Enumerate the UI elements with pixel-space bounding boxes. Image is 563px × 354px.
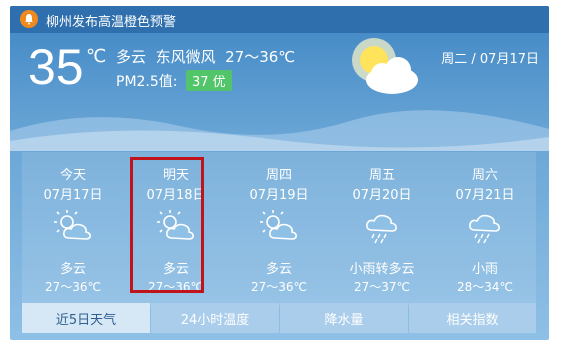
tab-5-day-weather[interactable]: 近5日天气 — [22, 303, 150, 333]
forecast-condition: 小雨 — [471, 262, 498, 277]
temperature-unit: ℃ — [86, 46, 107, 67]
forecast-condition: 多云 — [59, 262, 86, 277]
forecast-date: 07月21日 — [455, 188, 515, 203]
forecast-condition: 多云 — [265, 262, 292, 277]
forecast-panel: 今天 07月17日 多云 27～36℃ 明天 07月18日 多云 27～36℃ … — [22, 152, 536, 307]
highlight-box — [130, 157, 204, 293]
sun-cloud-icon — [352, 38, 418, 94]
forecast-day[interactable]: 周六 07月21日 小雨 28～34℃ — [434, 152, 536, 307]
bell-icon — [20, 10, 38, 28]
current-wind: 东风微风 — [155, 48, 216, 66]
forecast-range: 27～37℃ — [353, 280, 411, 294]
forecast-range: 27～36℃ — [250, 280, 308, 294]
forecast-day-name: 周五 — [368, 168, 395, 183]
partly-cloudy-icon — [54, 210, 91, 240]
forecast-condition: 小雨转多云 — [349, 262, 415, 277]
tab-24h-temperature[interactable]: 24小时温度 — [151, 303, 279, 333]
forecast-day-name: 周六 — [471, 168, 498, 183]
current-condition: 多云 — [116, 48, 147, 66]
forecast-day[interactable]: 周四 07月19日 多云 27～36℃ — [228, 152, 330, 307]
tab-related-indices[interactable]: 相关指数 — [409, 303, 536, 333]
forecast-day-name: 周四 — [265, 168, 292, 183]
weather-widget: 柳州发布高温橙色预警 35 ℃ 多云 东风微风 27～36℃ PM2.5值: 3… — [10, 6, 549, 340]
forecast-day[interactable]: 周五 07月20日 小雨转多云 27～37℃ — [331, 152, 433, 307]
alert-text[interactable]: 柳州发布高温橙色预警 — [46, 11, 176, 30]
pm25-label: PM2.5值: — [116, 74, 178, 90]
pm25-line: PM2.5值: 37 优 — [116, 70, 232, 91]
current-date: 周二 / 07月17日 — [441, 52, 539, 67]
forecast-date: 07月17日 — [43, 188, 103, 203]
tab-precipitation[interactable]: 降水量 — [280, 303, 408, 333]
forecast-day[interactable]: 今天 07月17日 多云 27～36℃ — [22, 152, 124, 307]
forecast-date: 07月20日 — [352, 188, 412, 203]
forecast-tabs: 近5日天气 24小时温度 降水量 相关指数 — [22, 303, 536, 333]
current-condition-line: 多云 东风微风 27～36℃ — [116, 46, 295, 67]
forecast-day-name: 今天 — [59, 168, 86, 183]
rain-cloud-icon — [469, 214, 500, 244]
current-temperature: 35 — [28, 39, 84, 95]
forecast-range: 27～36℃ — [44, 280, 102, 294]
rain-cloud-icon — [366, 214, 397, 244]
hills-background — [10, 110, 549, 151]
current-range: 27～36℃ — [225, 48, 296, 66]
partly-cloudy-icon — [260, 210, 297, 240]
forecast-date: 07月19日 — [249, 188, 309, 203]
aqi-badge: 37 优 — [185, 70, 232, 91]
alert-bar[interactable]: 柳州发布高温橙色预警 — [10, 6, 549, 33]
forecast-range: 28～34℃ — [456, 280, 514, 294]
